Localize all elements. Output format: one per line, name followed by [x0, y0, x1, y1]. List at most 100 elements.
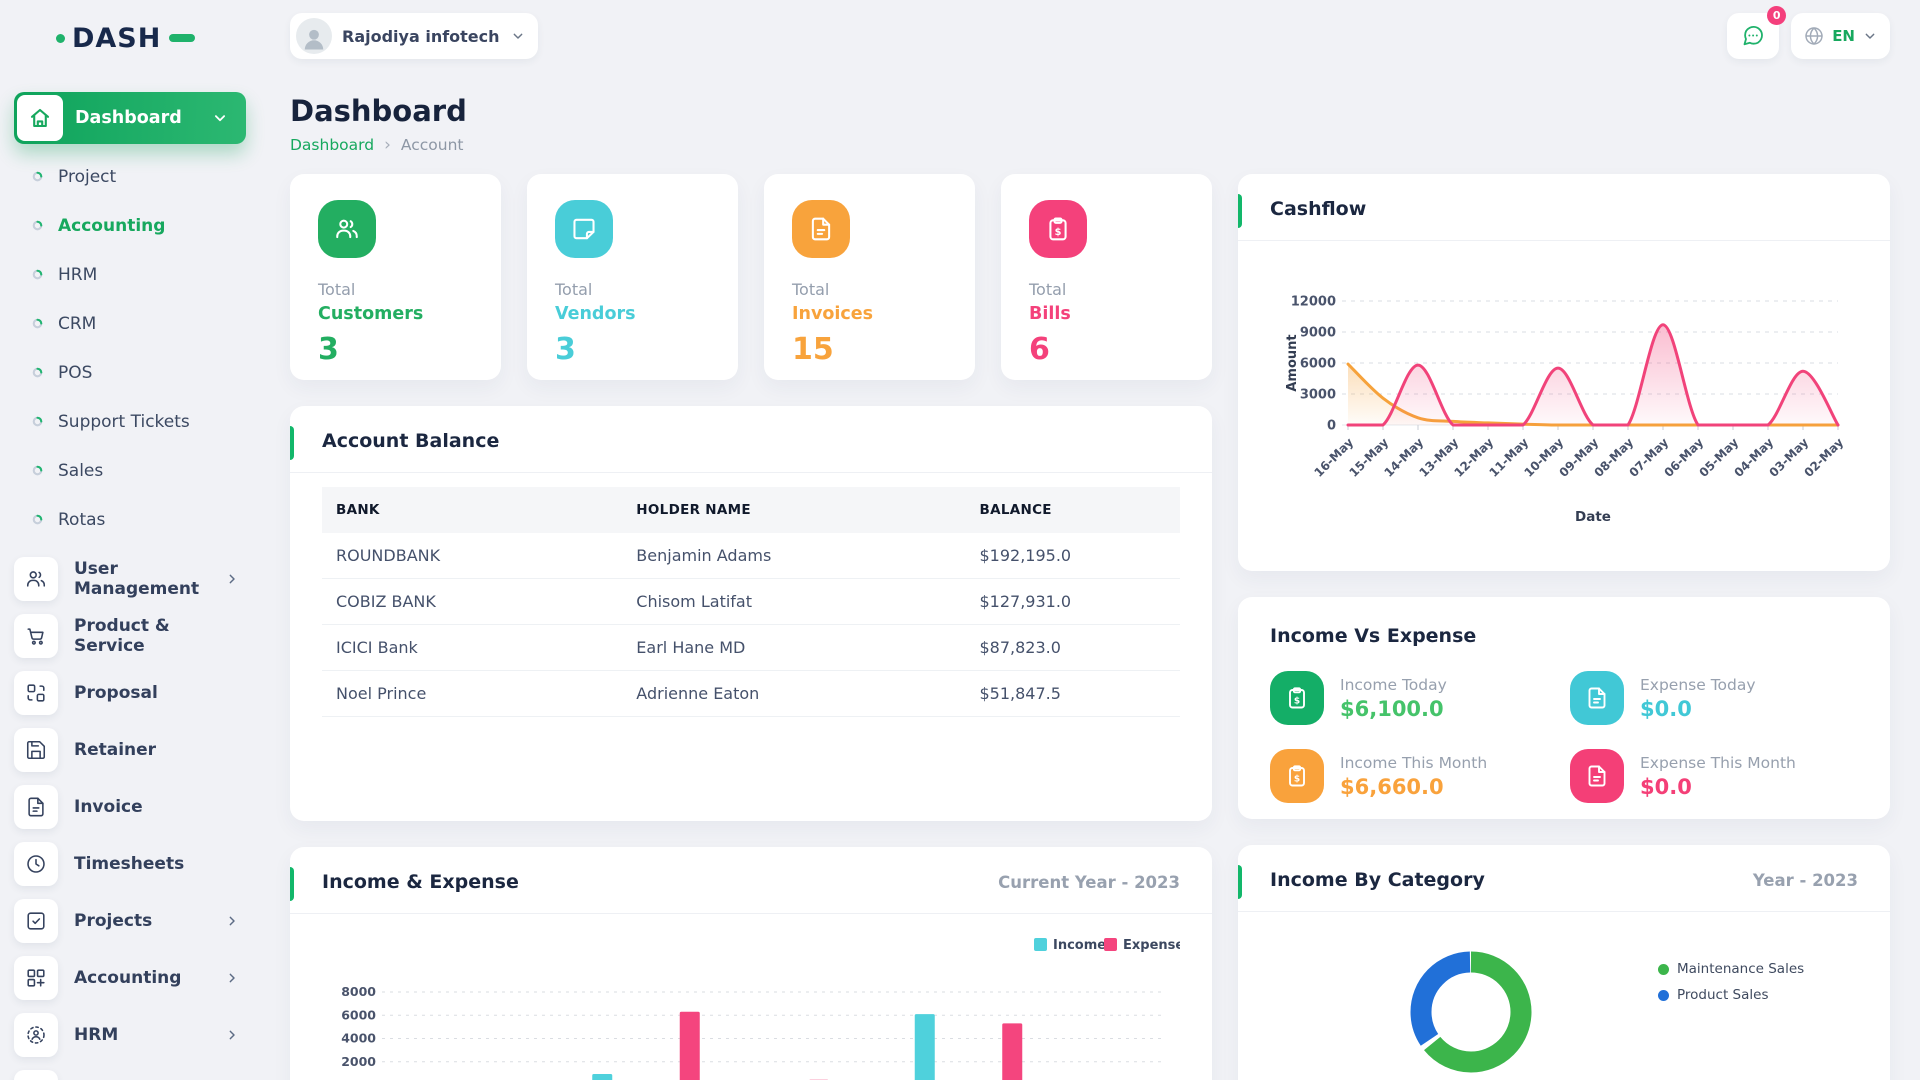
sidebar-item-crm[interactable]: CRM: [0, 299, 260, 348]
chevron-right-icon: [224, 970, 240, 986]
summary-label: Income This Month: [1340, 754, 1487, 772]
brand-logo[interactable]: DASH: [0, 10, 260, 66]
svg-text:12000: 12000: [1291, 295, 1336, 310]
chevron-down-icon: [211, 109, 229, 127]
legend-dot-icon: [1658, 990, 1669, 1001]
topbar: Rajodiya infotech 0 EN: [290, 0, 1890, 72]
svg-text:02-May: 02-May: [1801, 435, 1846, 480]
summary-value: $0.0: [1640, 697, 1756, 721]
sidebar-item-hrm[interactable]: HRM: [0, 250, 260, 299]
clipboard-dollar-icon: $: [1045, 216, 1071, 242]
svg-text:0: 0: [1327, 419, 1336, 434]
icon-tile: [14, 728, 58, 772]
stat-name: Invoices: [792, 304, 947, 324]
legend-label: Maintenance Sales: [1677, 961, 1804, 977]
income-by-category-card: Income By Category Year - 2023 Maintenan…: [1238, 845, 1890, 1080]
svg-text:8000: 8000: [341, 984, 376, 999]
chevron-right-icon: [224, 1027, 240, 1043]
logo-dot-icon: [56, 34, 65, 43]
account-balance-card: Account Balance BANKHOLDER NAMEBALANCERO…: [290, 406, 1212, 821]
stat-card-bills[interactable]: $TotalBills6: [1001, 174, 1212, 380]
workspace-switcher[interactable]: Rajodiya infotech: [290, 13, 538, 59]
bullet-ring-icon: [32, 367, 43, 378]
chevron-down-icon: [1862, 28, 1878, 44]
table-header-row: BANKHOLDER NAMEBALANCE: [322, 487, 1180, 533]
sidebar-item-label: Retainer: [74, 740, 240, 760]
sidebar-item-hrm[interactable]: HRM: [0, 1006, 260, 1063]
sidebar-item-rotas[interactable]: Rotas: [0, 495, 260, 544]
period-label: Current Year - 2023: [998, 873, 1180, 892]
table-row: COBIZ BANKChisom Latifat$127,931.0: [322, 579, 1180, 625]
period-label: Year - 2023: [1753, 871, 1858, 890]
svg-text:3000: 3000: [1300, 388, 1336, 403]
sidebar-item-projects[interactable]: Projects: [0, 892, 260, 949]
sidebar-item-label: Accounting: [74, 968, 208, 988]
stat-value: 15: [792, 332, 947, 367]
summary-label: Income Today: [1340, 676, 1447, 694]
stat-total-label: Total: [792, 280, 947, 299]
messages-button[interactable]: 0: [1727, 13, 1779, 59]
table-cell: $192,195.0: [965, 533, 1180, 579]
stat-card-customers[interactable]: TotalCustomers3: [290, 174, 501, 380]
bar-chart-body: IncomeExpense02000400060008000: [290, 914, 1212, 1080]
chevron-right-icon: [224, 1027, 240, 1043]
card-title: Income & Expense: [322, 871, 519, 893]
svg-text:$: $: [1294, 775, 1300, 785]
clipboard-dollar-icon: $: [1270, 749, 1324, 803]
sidebar-item-accounting[interactable]: Accounting: [0, 201, 260, 250]
file-text-icon: [1585, 764, 1609, 788]
language-selector[interactable]: EN: [1791, 13, 1890, 59]
note-icon: [555, 200, 613, 258]
chevron-right-icon: [224, 913, 240, 929]
sidebar-item-project[interactable]: Project: [0, 152, 260, 201]
sidebar-item-pos[interactable]: POS: [0, 348, 260, 397]
table-cell: $87,823.0: [965, 625, 1180, 671]
note-icon: [571, 216, 597, 242]
sidebar-item-support-tickets[interactable]: Support Tickets: [0, 397, 260, 446]
sidebar-item-label: HRM: [58, 265, 97, 285]
legend-dot-icon: [1658, 964, 1669, 975]
breadcrumb: Dashboard › Account: [290, 136, 1890, 154]
sidebar-item-retainer[interactable]: Retainer: [0, 721, 260, 778]
sidebar-item-label: HRM: [74, 1025, 208, 1045]
column-header-holder-name: HOLDER NAME: [622, 487, 965, 533]
sidebar-item-sales[interactable]: Sales: [0, 446, 260, 495]
account-balance-table-wrap: BANKHOLDER NAMEBALANCEROUNDBANKBenjamin …: [290, 473, 1212, 717]
clock-icon: [25, 853, 47, 875]
cart-icon: [25, 625, 47, 647]
sidebar-item-invoice[interactable]: Invoice: [0, 778, 260, 835]
sidebar-item-label: POS: [58, 363, 92, 383]
brand-name: DASH: [72, 23, 161, 54]
stat-value: 6: [1029, 332, 1184, 367]
sidebar-item-product-service[interactable]: Product & Service: [0, 607, 260, 664]
breadcrumb-separator-icon: ›: [384, 137, 391, 154]
sidebar-item-accounting[interactable]: Accounting: [0, 949, 260, 1006]
sidebar-item-crm[interactable]: CRM: [0, 1063, 260, 1080]
svg-text:Date: Date: [1575, 509, 1611, 525]
summary-value: $0.0: [1640, 775, 1796, 799]
sidebar-item-label: Sales: [58, 461, 103, 481]
summary-item-income-today: $ Income Today $6,100.0: [1270, 671, 1570, 725]
card-header: Income By Category Year - 2023: [1238, 845, 1890, 912]
cashflow-card: Cashflow 030006000900012000Amount16-May1…: [1238, 174, 1890, 571]
summary-item-income-this-month: $Income This Month$6,660.0: [1270, 749, 1570, 803]
sidebar-item-user-management[interactable]: User Management: [0, 550, 260, 607]
workspace-name: Rajodiya infotech: [342, 27, 500, 46]
stat-card-vendors[interactable]: TotalVendors3: [527, 174, 738, 380]
breadcrumb-link-dashboard[interactable]: Dashboard: [290, 136, 374, 154]
sidebar-item-dashboard[interactable]: Dashboard: [14, 92, 246, 144]
sidebar-item-proposal[interactable]: Proposal: [0, 664, 260, 721]
sidebar-item-label: Rotas: [58, 510, 105, 530]
sidebar-item-label: Project: [58, 167, 116, 187]
svg-text:$: $: [1294, 697, 1300, 707]
income-by-category-donut-chart: [1396, 937, 1546, 1080]
icon-tile: [14, 956, 58, 1000]
table-cell: $127,931.0: [965, 579, 1180, 625]
clipboard-dollar-icon: $: [1029, 200, 1087, 258]
sidebar-item-timesheets[interactable]: Timesheets: [0, 835, 260, 892]
summary-value: $6,100.0: [1340, 697, 1447, 721]
home-icon: [17, 95, 63, 141]
income-vs-expense-card: Income Vs Expense $Income Today$6,100.0E…: [1238, 597, 1890, 819]
stat-card-invoices[interactable]: Total Invoices 15: [764, 174, 975, 380]
card-title: Cashflow: [1270, 198, 1366, 220]
